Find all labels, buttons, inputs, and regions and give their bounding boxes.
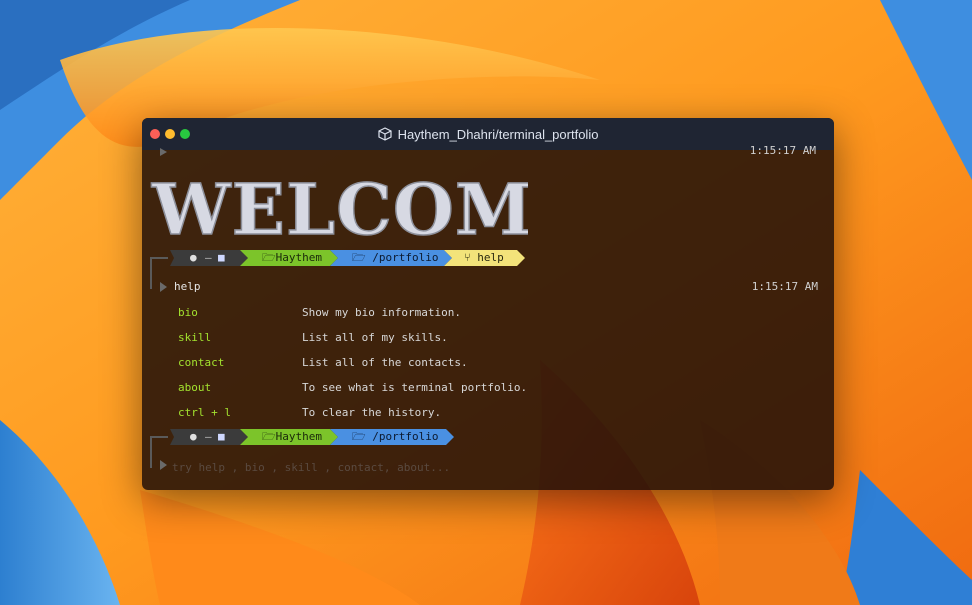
apple-icon: ●	[190, 430, 197, 443]
command-input[interactable]	[172, 458, 812, 476]
git-segment-label: help	[477, 251, 504, 264]
apple-icon: ●	[190, 251, 197, 264]
prompt-bar-2: ● – ■ 🗁Haythem 🗁 /portfolio	[170, 429, 490, 445]
help-description: Show my bio information.	[302, 306, 461, 319]
segment-separator: –	[205, 251, 212, 264]
git-segment: ⑂ help	[464, 250, 504, 266]
user-segment: 🗁Haythem	[262, 250, 322, 266]
dir-segment: 🗁 /portfolio	[352, 250, 439, 266]
dir-segment-label: /portfolio	[372, 251, 439, 264]
prompt-bar-1: ● – ■ 🗁Haythem 🗁 /portfolio ⑂ help	[170, 250, 530, 266]
previous-timestamp: 1:15:17 AM	[749, 144, 816, 157]
user-segment: 🗁Haythem	[262, 429, 322, 445]
help-command: contact	[178, 356, 225, 369]
terminal-window: Haythem_Dhahri/terminal_portfolio 1:15:1…	[142, 118, 834, 490]
prompt-arrow-icon	[160, 282, 167, 292]
welcome-banner-text: WELCOME	[151, 172, 528, 242]
user-segment-label: Haythem	[275, 251, 322, 264]
folder-icon: ■	[218, 251, 225, 264]
user-segment-label: Haythem	[275, 430, 322, 443]
open-folder-icon: 🗁	[352, 430, 366, 443]
git-branch-icon: ⑂	[464, 251, 471, 264]
prompt-arrow-icon	[160, 148, 167, 156]
welcome-banner: WELCOME	[150, 172, 528, 242]
command-timestamp: 1:15:17 AM	[751, 280, 818, 293]
prompt-arrow-icon	[160, 460, 167, 470]
help-command: bio	[178, 306, 198, 319]
help-description: To see what is terminal portfolio.	[302, 381, 528, 394]
window-title: Haythem_Dhahri/terminal_portfolio	[397, 126, 599, 142]
help-command: about	[178, 381, 212, 394]
open-folder-icon: 🗁	[262, 430, 276, 443]
help-description: List all of the contacts.	[302, 356, 468, 369]
terminal-body: 1:15:17 AM WELCOME ● – ■ 🗁Haythem 🗁 /por…	[142, 144, 834, 490]
box-icon	[377, 127, 392, 141]
open-folder-icon: 🗁	[262, 251, 276, 264]
dir-segment-label: /portfolio	[372, 430, 439, 443]
help-command: skill	[178, 331, 212, 344]
help-description: To clear the history.	[302, 406, 442, 419]
window-title-area: Haythem_Dhahri/terminal_portfolio	[142, 118, 834, 150]
segment-separator: –	[205, 430, 212, 443]
help-command: ctrl + l	[178, 406, 231, 419]
title-bar: Haythem_Dhahri/terminal_portfolio	[142, 118, 834, 150]
open-folder-icon: 🗁	[352, 251, 366, 264]
help-description: List all of my skills.	[302, 331, 448, 344]
folder-icon: ■	[218, 430, 225, 443]
entered-command: help	[174, 280, 201, 293]
dir-segment: 🗁 /portfolio	[352, 429, 439, 445]
